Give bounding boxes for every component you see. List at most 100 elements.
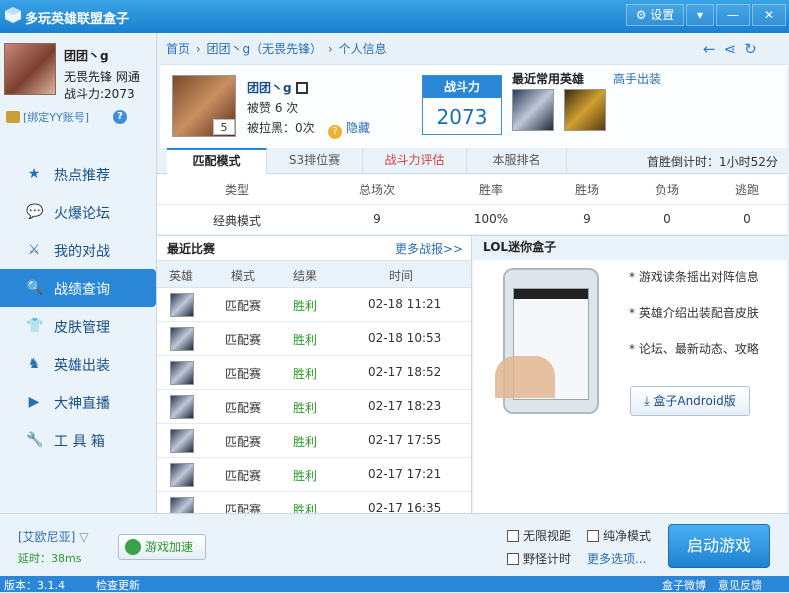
- accel-label: 游戏加速: [145, 540, 194, 554]
- sidebar-item-skins[interactable]: 👕 皮肤管理: [0, 307, 156, 345]
- checkbox[interactable]: [587, 530, 599, 542]
- column-header: 英雄: [169, 269, 194, 283]
- match-row[interactable]: 匹配赛 胜利 02-18 11:21: [157, 288, 471, 322]
- sidebar-item-builds[interactable]: ♞ 英雄出装: [0, 345, 156, 383]
- refresh-icon[interactable]: ↻: [744, 40, 757, 58]
- match-hero-icon: [170, 497, 194, 514]
- close-button[interactable]: ✕: [752, 4, 786, 26]
- hide-toggle[interactable]: ? 隐藏: [328, 119, 370, 139]
- column-header: 结果: [293, 269, 318, 283]
- match-time: 02-17 17:55: [368, 433, 442, 447]
- match-row[interactable]: 匹配赛 胜利 02-17 17:21: [157, 458, 471, 492]
- back-arrow-icon[interactable]: ←: [703, 40, 716, 58]
- match-hero-icon: [170, 293, 194, 317]
- phone-status-bar: [514, 289, 588, 299]
- share-icon[interactable]: ⋖: [724, 40, 737, 58]
- feature-item: * 英雄介绍出装配音皮肤: [629, 306, 759, 320]
- feedback-link[interactable]: 意见反馈: [718, 577, 762, 593]
- favorite-hero-2[interactable]: [564, 89, 606, 131]
- option-label: 野怪计时: [523, 552, 572, 566]
- game-accel-button[interactable]: 游戏加速: [118, 534, 206, 560]
- breadcrumb-home[interactable]: 首页: [166, 42, 190, 56]
- start-game-button[interactable]: 启动游戏: [668, 524, 770, 568]
- match-hero-icon: [170, 395, 194, 419]
- stats-cell: 9: [373, 212, 381, 226]
- bind-yy-label: [绑定YY账号]: [23, 111, 90, 124]
- match-mode: 匹配赛: [225, 469, 262, 483]
- breadcrumb-player[interactable]: 团团丶g（无畏先锋）: [206, 42, 322, 56]
- feature-item: * 游戏读条摇出对阵信息: [629, 270, 759, 284]
- sidebar-item-hot[interactable]: ★ 热点推荐: [0, 155, 156, 193]
- expert-builds-link[interactable]: 高手出装: [613, 70, 661, 87]
- player-likes: 被赞 6 次: [247, 101, 299, 115]
- more-reports-link[interactable]: 更多战报>>: [395, 240, 463, 257]
- tab-power-eval[interactable]: 战斗力评估: [363, 148, 467, 174]
- match-mode: 匹配赛: [225, 401, 262, 415]
- bind-yy-link[interactable]: [绑定YY账号]: [6, 109, 89, 125]
- sidebar-nav: ★ 热点推荐 💬 火爆论坛 ⚔ 我的对战 🔍 战绩查询 👕 皮肤管理 ♞ 英雄出装 ▶ 大神直…: [0, 155, 156, 459]
- option-unlimited-view[interactable]: 无限视距: [507, 527, 571, 544]
- sidebar: 团团丶g 无畏先锋 网通 战斗力:2073 [绑定YY账号] ? ★ 热点推荐 💬…: [0, 33, 157, 513]
- checkbox[interactable]: [507, 530, 519, 542]
- match-mode: 匹配赛: [225, 435, 262, 449]
- match-hero-icon: [170, 463, 194, 487]
- favorite-hero-1[interactable]: [512, 89, 554, 131]
- tab-server-rank[interactable]: 本服排名: [467, 148, 567, 174]
- breadcrumb-separator: ›: [195, 42, 201, 56]
- check-update-link[interactable]: 检查更新: [96, 577, 140, 593]
- recent-matches-title: 最近比赛: [167, 242, 216, 256]
- match-time: 02-18 11:21: [368, 297, 442, 311]
- tab-ranked[interactable]: S3排位赛: [267, 148, 363, 174]
- weibo-link[interactable]: 盒子微博: [662, 577, 706, 593]
- sidebar-item-forum[interactable]: 💬 火爆论坛: [0, 193, 156, 231]
- power-value: 2073: [436, 105, 488, 129]
- match-row[interactable]: 匹配赛 胜利 02-18 10:53: [157, 322, 471, 356]
- help-icon[interactable]: ?: [113, 110, 127, 124]
- mini-box-panel: LOL迷你盒子 * 游戏读条摇出对阵信息 * 英雄介绍出装配音皮肤 * 论坛、最…: [473, 235, 787, 513]
- option-pure-mode[interactable]: 纯净模式: [587, 527, 651, 544]
- match-row[interactable]: 匹配赛 胜利 02-17 17:55: [157, 424, 471, 458]
- option-jungle-timer[interactable]: 野怪计时: [507, 550, 571, 567]
- sidebar-item-tools[interactable]: 🔧 工 具 箱: [0, 421, 156, 459]
- sidebar-item-label: 大神直播: [54, 396, 110, 412]
- breadcrumb-separator: ›: [327, 42, 333, 56]
- tools-icon: 🔧: [26, 432, 44, 448]
- stats-cell: 0: [743, 212, 751, 226]
- column-header: 模式: [231, 269, 256, 283]
- stats-header-cell: 胜率: [478, 183, 503, 197]
- match-row[interactable]: 匹配赛 胜利 02-17 16:35: [157, 492, 471, 514]
- match-result: 胜利: [293, 401, 318, 415]
- hero-icon: ♞: [27, 356, 41, 372]
- minimize-button[interactable]: —: [716, 4, 750, 26]
- qr-code-icon[interactable]: [295, 82, 308, 94]
- android-button-label: 盒子Android版: [653, 394, 736, 408]
- footer: [艾欧尼亚] ▽ 延时：38ms 游戏加速 无限视距 纯净模式 野怪计时 更多选…: [0, 513, 789, 576]
- android-download-button[interactable]: ⤓ 盒子Android版: [630, 386, 750, 416]
- stats-row: 经典模式 9 100% 9 0 0: [157, 204, 787, 234]
- server-selector[interactable]: [艾欧尼亚] ▽: [18, 528, 88, 545]
- match-hero-icon: [170, 361, 194, 385]
- sidebar-item-records[interactable]: 🔍 战绩查询: [0, 269, 156, 307]
- profile-name: 团团丶g: [64, 49, 109, 63]
- battle-icon: ⚔: [27, 242, 41, 258]
- stats-cell: 100%: [473, 212, 509, 226]
- match-mode: 匹配赛: [225, 367, 262, 381]
- search-icon: 🔍: [26, 280, 44, 296]
- player-name-text: 团团丶g: [247, 81, 292, 95]
- profile-avatar[interactable]: [4, 43, 56, 95]
- checkbox[interactable]: [507, 553, 519, 565]
- tab-normal[interactable]: 匹配模式: [167, 148, 267, 174]
- settings-button[interactable]: ⚙ 设置: [626, 4, 684, 26]
- menu-dropdown-button[interactable]: ▾: [686, 4, 714, 26]
- match-row[interactable]: 匹配赛 胜利 02-17 18:52: [157, 356, 471, 390]
- sidebar-item-battles[interactable]: ⚔ 我的对战: [0, 231, 156, 269]
- match-result: 胜利: [293, 299, 318, 313]
- match-row[interactable]: 匹配赛 胜利 02-17 18:23: [157, 390, 471, 424]
- status-bar: 版本：3.1.4 检查更新 盒子微博 意见反馈: [0, 576, 789, 592]
- app-title: 多玩英雄联盟盒子: [25, 12, 130, 27]
- sidebar-item-live[interactable]: ▶ 大神直播: [0, 383, 156, 421]
- sidebar-item-label: 火爆论坛: [54, 206, 110, 222]
- more-options-link[interactable]: 更多选项...: [587, 550, 646, 567]
- stats-header-cell: 类型: [224, 183, 249, 197]
- sidebar-item-label: 皮肤管理: [54, 320, 110, 336]
